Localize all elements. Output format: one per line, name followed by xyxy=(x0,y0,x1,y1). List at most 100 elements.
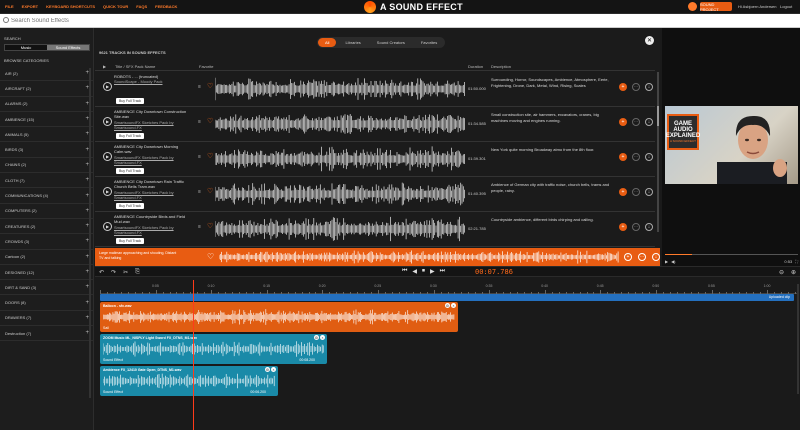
skip-back-icon[interactable]: ⏮ xyxy=(402,268,407,275)
track-title[interactable]: AMBIENCE City Downtown Construction Site… xyxy=(114,109,190,120)
track-row[interactable]: ▶ ROBOTS - ... (truncated) SoundScape - Mo… xyxy=(95,72,655,107)
menu-keyboard-shortcuts[interactable]: KEYBOARD SHORTCUTS xyxy=(46,4,95,9)
buy-full-track-button[interactable]: Buy Full Track xyxy=(116,168,145,174)
now-playing-bar[interactable]: Large mailman approaching and shouting, … xyxy=(95,248,660,266)
pack-link[interactable]: SmartsoundFX Sketches Pack by Smartsound… xyxy=(114,155,190,166)
category-item[interactable]: DOORS (8) + xyxy=(0,295,94,311)
track-row[interactable]: ▶ AMBIENCE City Downtown Rain Traffic Chu… xyxy=(95,177,655,212)
menu-faqs[interactable]: FAQs xyxy=(136,4,147,9)
timeline-ruler[interactable]: 0:05 0:10 0:15 0:20 0:25 0:30 0:35 0:40 0:45 0:50… xyxy=(100,284,797,294)
menu-feedback[interactable]: FEEDBACK xyxy=(155,4,177,9)
buy-full-track-button[interactable]: Buy Full Track xyxy=(116,98,145,104)
add-icon[interactable]: + xyxy=(619,153,627,161)
track-row[interactable]: ▶ AMBIENCE Countryside Birds and Field Mu… xyxy=(95,212,655,247)
download-icon[interactable]: ↓ xyxy=(652,253,660,261)
pack-link[interactable]: SoundScape - Moody Pack xyxy=(114,79,190,84)
tab-all[interactable]: All xyxy=(318,38,337,47)
logout-link[interactable]: Logout xyxy=(780,4,792,9)
track-title[interactable]: AMBIENCE City Downtown Morning Calm.wav xyxy=(114,144,190,155)
zoom-out-icon[interactable]: ⊖ xyxy=(779,269,784,276)
toggle-music[interactable]: Music xyxy=(5,45,47,50)
clip-settings-icon[interactable]: ⚙ xyxy=(314,335,319,340)
copy-icon[interactable]: ⎘ xyxy=(135,269,140,276)
audio-clip[interactable]: Ambience FX_12410 Gate Open_DTNS_M1.wav S… xyxy=(100,366,278,396)
track-waveform[interactable] xyxy=(215,111,465,137)
add-icon[interactable]: + xyxy=(619,83,627,91)
add-icon[interactable]: + xyxy=(619,188,627,196)
cut-icon[interactable]: ✂ xyxy=(123,269,128,276)
category-item[interactable]: CLOTH (7) + xyxy=(0,173,94,189)
track-waveform[interactable] xyxy=(215,146,465,172)
audio-clip[interactable]: Balloon - sfx.wav Sail ⚙ × xyxy=(100,302,458,332)
zoom-in-icon[interactable]: ⊕ xyxy=(791,269,796,276)
logo[interactable]: A SOUND EFFECT xyxy=(364,1,463,13)
buy-full-track-button[interactable]: Buy Full Track xyxy=(116,203,145,209)
tab-libraries[interactable]: Libraries xyxy=(338,38,367,47)
pack-link[interactable]: SmartsoundFX Sketches Pack by Smartsound… xyxy=(114,120,190,131)
category-item[interactable]: ALARMS (2) + xyxy=(0,97,94,112)
heart-icon[interactable]: ♡ xyxy=(207,117,213,125)
add-icon[interactable]: + xyxy=(619,118,627,126)
clip-close-icon[interactable]: × xyxy=(451,303,456,308)
playlist-icon[interactable]: ≡ xyxy=(198,189,201,195)
heart-icon[interactable]: ♡ xyxy=(207,252,214,261)
undo-icon[interactable]: ↶ xyxy=(99,269,104,276)
track-title[interactable]: AMBIENCE City Downtown Rain Traffic Chur… xyxy=(114,179,190,190)
pack-link[interactable]: SmartsoundFX Sketches Pack by Smartsound… xyxy=(114,190,190,201)
download-icon[interactable]: ↓ xyxy=(645,223,653,231)
category-item[interactable]: BIRDS (3) + xyxy=(0,142,94,158)
track-waveform[interactable] xyxy=(215,216,465,242)
timeline-scrollbar[interactable] xyxy=(797,284,799,394)
category-item[interactable]: COMPUTERS (2) + xyxy=(0,204,94,219)
playlist-icon[interactable]: ≡ xyxy=(198,84,201,90)
play-icon[interactable]: ▶ xyxy=(103,152,112,161)
buy-full-track-button[interactable]: Buy Full Track xyxy=(116,133,145,139)
play-icon[interactable]: ▶ xyxy=(103,82,112,91)
sound-project-button[interactable]: SOUND PROJECT xyxy=(700,2,732,12)
tab-favorites[interactable]: Favorites xyxy=(414,38,444,47)
category-item[interactable]: CHAINS (2) + xyxy=(0,158,94,174)
track-waveform[interactable] xyxy=(215,76,465,102)
heart-icon[interactable]: ♡ xyxy=(207,222,213,230)
avatar[interactable] xyxy=(688,2,697,11)
category-item[interactable]: CREATURES (2) + xyxy=(0,219,94,235)
play-icon[interactable]: ▶ xyxy=(103,117,112,126)
audio-clip[interactable]: ZOOM Music ML_NISPLY Light Sword FX_DTNS… xyxy=(100,334,327,364)
rewind-icon[interactable]: ◀ xyxy=(412,268,417,275)
play-icon[interactable]: ▶ xyxy=(103,187,112,196)
clip-settings-icon[interactable]: ⚙ xyxy=(265,367,270,372)
toggle-sound-effects[interactable]: Sound Effects xyxy=(47,45,89,50)
play-icon[interactable]: ▶ xyxy=(103,222,112,231)
play-icon[interactable]: ▶ xyxy=(430,268,435,275)
category-item[interactable]: Cartoon (2) + xyxy=(0,250,94,265)
category-item[interactable]: AIRCRAFT (2) + xyxy=(0,81,94,97)
add-icon[interactable]: + xyxy=(624,253,632,261)
playlist-icon[interactable]: ≡ xyxy=(198,224,201,230)
stop-icon[interactable]: ⏹ xyxy=(422,268,425,275)
track-row[interactable]: ▶ AMBIENCE City Downtown Construction Sit… xyxy=(95,107,655,142)
category-item[interactable]: DESIGNED (12) + xyxy=(0,265,94,281)
more-icon[interactable]: ⋯ xyxy=(632,118,640,126)
clip-close-icon[interactable]: × xyxy=(320,335,325,340)
results-scrollbar[interactable] xyxy=(657,72,659,232)
category-item[interactable]: AIR (2) + xyxy=(0,66,94,82)
more-icon[interactable]: ⋯ xyxy=(632,188,640,196)
heart-icon[interactable]: ♡ xyxy=(207,82,213,90)
category-item[interactable]: Destruction (7) + xyxy=(0,326,94,342)
category-item[interactable]: COMMUNICATIONS (4) + xyxy=(0,188,94,204)
category-item[interactable]: ANIMALS (5) + xyxy=(0,127,94,143)
menu-file[interactable]: FILE xyxy=(5,4,14,9)
heart-icon[interactable]: ♡ xyxy=(207,152,213,160)
more-icon[interactable]: ⋯ xyxy=(632,153,640,161)
tab-sound-creators[interactable]: Sound Creators xyxy=(370,38,412,47)
redo-icon[interactable]: ↷ xyxy=(111,269,116,276)
track-title[interactable]: AMBIENCE Countryside Birds and Field Mud… xyxy=(114,214,190,225)
category-item[interactable]: DIRT & SAND (3) + xyxy=(0,280,94,296)
download-icon[interactable]: ↓ xyxy=(645,118,653,126)
more-icon[interactable]: ⋯ xyxy=(632,223,640,231)
skip-forward-icon[interactable]: ⏭ xyxy=(440,268,445,275)
now-playing-waveform[interactable] xyxy=(219,250,619,264)
clip-close-icon[interactable]: × xyxy=(271,367,276,372)
video-frame[interactable]: GAME AUDIO EXPLAINED A SOUND EFFECT xyxy=(665,106,798,184)
clip-settings-icon[interactable]: ⚙ xyxy=(445,303,450,308)
